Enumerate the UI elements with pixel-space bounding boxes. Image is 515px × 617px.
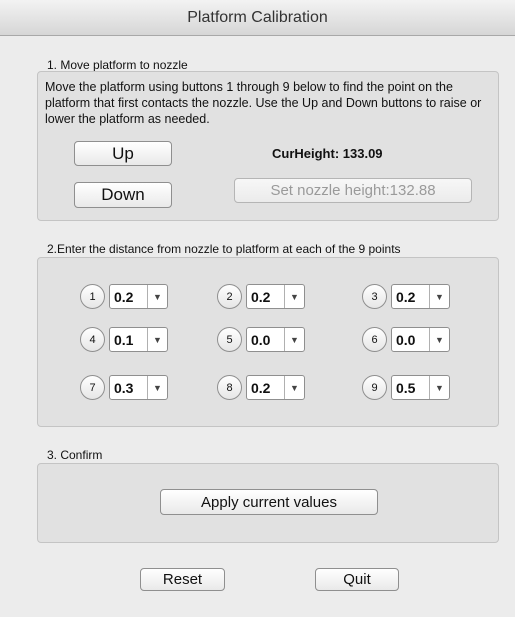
point-8-distance-value: 0.2 <box>251 380 271 396</box>
point-4-button[interactable]: 4 <box>80 327 105 352</box>
calibration-point-9: 9 0.5 ▼ <box>362 375 452 400</box>
chevron-down-icon: ▼ <box>429 285 449 308</box>
point-1-distance-value: 0.2 <box>114 289 134 305</box>
point-1-distance-select[interactable]: 0.2 ▼ <box>109 284 168 309</box>
point-9-distance-value: 0.5 <box>396 380 416 396</box>
instructions-text: Move the platform using buttons 1 throug… <box>45 80 482 126</box>
chevron-down-icon: ▼ <box>147 328 167 351</box>
point-5-distance-value: 0.0 <box>251 332 271 348</box>
reset-button[interactable]: Reset <box>140 568 225 591</box>
chevron-down-icon: ▼ <box>284 328 304 351</box>
up-button[interactable]: Up <box>74 141 172 166</box>
point-7-button[interactable]: 7 <box>80 375 105 400</box>
apply-current-values-label: Apply current values <box>201 493 337 511</box>
down-button-label: Down <box>101 185 145 204</box>
calibration-point-4: 4 0.1 ▼ <box>80 327 170 352</box>
point-1-button[interactable]: 1 <box>80 284 105 309</box>
up-button-label: Up <box>112 143 134 163</box>
section1-label: 1. Move platform to nozzle <box>47 58 188 72</box>
calibration-point-5: 5 0.0 ▼ <box>217 327 307 352</box>
chevron-down-icon: ▼ <box>147 285 167 308</box>
chevron-down-icon: ▼ <box>147 376 167 399</box>
point-6-distance-value: 0.0 <box>396 332 416 348</box>
point-4-distance-select[interactable]: 0.1 ▼ <box>109 327 168 352</box>
apply-current-values-button[interactable]: Apply current values <box>160 489 378 515</box>
chevron-down-icon: ▼ <box>429 376 449 399</box>
point-6-button[interactable]: 6 <box>362 327 387 352</box>
point-2-distance-select[interactable]: 0.2 ▼ <box>246 284 305 309</box>
chevron-down-icon: ▼ <box>284 285 304 308</box>
chevron-down-icon: ▼ <box>284 376 304 399</box>
section2-label: 2.Enter the distance from nozzle to plat… <box>47 242 401 256</box>
section3-label: 3. Confirm <box>47 448 103 462</box>
window-title: Platform Calibration <box>187 9 328 26</box>
quit-button-label: Quit <box>343 571 371 588</box>
point-3-distance-value: 0.2 <box>396 289 416 305</box>
point-9-button[interactable]: 9 <box>362 375 387 400</box>
calibration-point-2: 2 0.2 ▼ <box>217 284 307 309</box>
calibration-point-7: 7 0.3 ▼ <box>80 375 170 400</box>
point-8-button[interactable]: 8 <box>217 375 242 400</box>
point-2-distance-value: 0.2 <box>251 289 271 305</box>
chevron-down-icon: ▼ <box>429 328 449 351</box>
point-3-button[interactable]: 3 <box>362 284 387 309</box>
current-height-readout: CurHeight: 133.09 <box>272 146 383 161</box>
point-2-button[interactable]: 2 <box>217 284 242 309</box>
point-9-distance-select[interactable]: 0.5 ▼ <box>391 375 450 400</box>
down-button[interactable]: Down <box>74 182 172 208</box>
point-6-distance-select[interactable]: 0.0 ▼ <box>391 327 450 352</box>
point-7-distance-select[interactable]: 0.3 ▼ <box>109 375 168 400</box>
calibration-point-6: 6 0.0 ▼ <box>362 327 452 352</box>
set-nozzle-height-label: Set nozzle height:132.88 <box>270 182 436 199</box>
point-5-button[interactable]: 5 <box>217 327 242 352</box>
point-5-distance-select[interactable]: 0.0 ▼ <box>246 327 305 352</box>
set-nozzle-height-button[interactable]: Set nozzle height:132.88 <box>234 178 472 203</box>
point-4-distance-value: 0.1 <box>114 332 134 348</box>
point-8-distance-select[interactable]: 0.2 ▼ <box>246 375 305 400</box>
calibration-point-1: 1 0.2 ▼ <box>80 284 170 309</box>
point-7-distance-value: 0.3 <box>114 380 134 396</box>
quit-button[interactable]: Quit <box>315 568 399 591</box>
calibration-point-3: 3 0.2 ▼ <box>362 284 452 309</box>
point-3-distance-select[interactable]: 0.2 ▼ <box>391 284 450 309</box>
title-bar: Platform Calibration <box>0 0 515 36</box>
reset-button-label: Reset <box>162 571 203 588</box>
calibration-point-8: 8 0.2 ▼ <box>217 375 307 400</box>
